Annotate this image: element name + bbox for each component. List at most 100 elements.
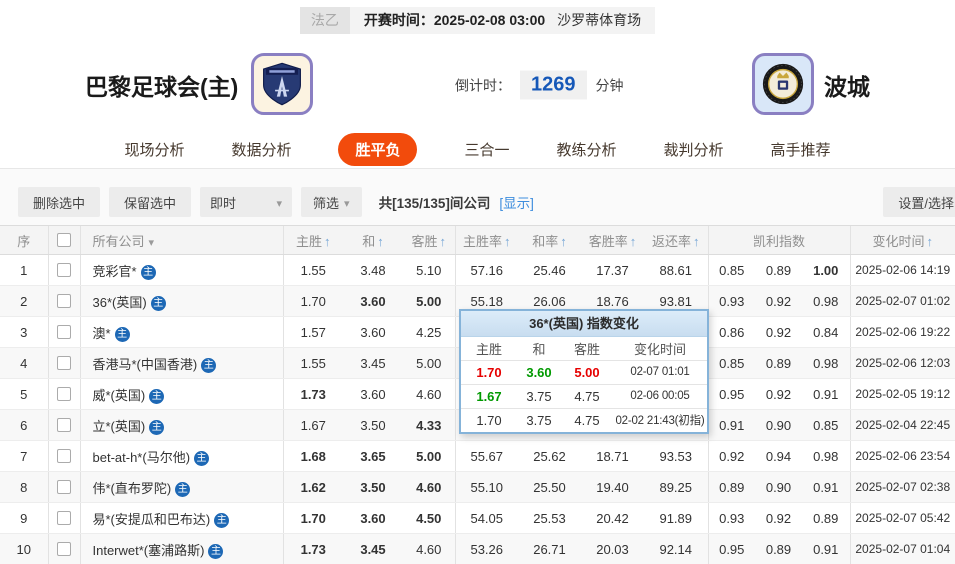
header-checkbox-cell: [47, 225, 80, 255]
kelly-value: 0.94: [755, 440, 802, 472]
odds-value: 5.00: [403, 440, 455, 472]
odds-value: 3.50: [343, 409, 403, 441]
nav-tab[interactable]: 现场分析: [124, 133, 184, 166]
company-name[interactable]: bet-at-h*(马尔他): [93, 450, 191, 465]
keep-selected-button[interactable]: 保留选中: [109, 187, 192, 217]
header-change-time[interactable]: 变化时间: [849, 225, 955, 255]
row-checkbox[interactable]: [57, 387, 71, 401]
company-cell: 易*(安提瓜和巴布达) 主: [79, 502, 283, 534]
row-checkbox[interactable]: [57, 294, 71, 308]
odds-value: 3.60: [343, 285, 403, 317]
checkbox-cell: [47, 440, 80, 472]
odds-value: 1.73: [282, 378, 343, 410]
kelly-value: 0.98: [802, 285, 850, 317]
match-info-bar: 法乙 开赛时间： 2025-02-08 03:00 沙罗蒂体育场: [0, 0, 955, 40]
company-cell: 威*(英国) 主: [79, 378, 283, 410]
main-company-badge-icon: 主: [208, 543, 224, 559]
main-company-badge-icon: 主: [150, 295, 166, 311]
header-company[interactable]: 所有公司: [79, 225, 283, 255]
row-number: 3: [0, 316, 48, 348]
company-cell: 伟*(直布罗陀) 主: [79, 471, 283, 503]
percentage-value: 89.25: [644, 471, 708, 503]
company-name[interactable]: 伟*(直布罗陀): [93, 481, 172, 496]
chevron-down-icon: [344, 195, 350, 210]
nav-tab[interactable]: 数据分析: [231, 133, 291, 166]
chevron-down-icon: [145, 234, 155, 249]
row-number: 10: [0, 533, 48, 564]
row-number: 6: [0, 409, 48, 441]
change-time: 2025-02-07 02:38: [849, 471, 955, 503]
kickoff-strip: 开赛时间： 2025-02-08 03:00 沙罗蒂体育场: [349, 6, 656, 34]
kickoff-label: 开赛时间：: [363, 12, 434, 28]
nav-tab[interactable]: 高手推荐: [771, 133, 831, 166]
kelly-value: 0.98: [802, 440, 850, 472]
table-row: 7 bet-at-h*(马尔他) 主 1.68 3.65 5.00 55.67 25.62 18…: [0, 440, 955, 472]
header-draw-pct[interactable]: 和率: [518, 225, 581, 255]
popup-header-row: 主胜 和 客胜 变化时间: [461, 337, 707, 360]
popup-odds-value: 3.75: [517, 383, 561, 408]
checkbox-cell: [47, 471, 80, 503]
popup-odds-value: 4.75: [561, 383, 613, 408]
company-cell: bet-at-h*(马尔他) 主: [79, 440, 283, 472]
odds-history-popup: 36*(英国) 指数变化 主胜 和 客胜 变化时间 1.70 3.60 5.00 02…: [459, 309, 709, 434]
company-name[interactable]: 香港马*(中国香港): [93, 357, 198, 372]
percentage-value: 18.71: [581, 440, 644, 472]
percentage-value: 20.03: [581, 533, 644, 564]
kelly-value: 0.89: [755, 533, 802, 564]
company-cell: 香港马*(中国香港) 主: [79, 347, 283, 379]
company-name[interactable]: 36*(英国): [93, 295, 147, 310]
kelly-value: 0.92: [707, 440, 755, 472]
company-name[interactable]: 竞彩官*: [93, 264, 137, 279]
row-checkbox[interactable]: [57, 356, 71, 370]
popup-header-away: 客胜: [573, 341, 600, 357]
header-home-pct[interactable]: 主胜率: [454, 225, 518, 255]
company-name[interactable]: 易*(安提瓜和巴布达): [93, 512, 211, 527]
sort-asc-icon: [691, 234, 700, 249]
instant-dropdown[interactable]: 即时: [200, 187, 293, 217]
header-draw-odds[interactable]: 和: [343, 225, 403, 255]
filter-dropdown[interactable]: 筛选: [301, 187, 362, 217]
row-checkbox[interactable]: [57, 511, 71, 525]
kelly-value: 0.89: [707, 471, 755, 503]
away-team-logo: [752, 53, 814, 115]
select-all-checkbox[interactable]: [57, 233, 71, 247]
row-checkbox[interactable]: [57, 542, 71, 556]
row-checkbox[interactable]: [57, 418, 71, 432]
kelly-value: 0.85: [707, 347, 755, 379]
company-cell: 36*(英国) 主: [79, 285, 283, 317]
header-kelly: 凯利指数: [707, 225, 850, 255]
company-name[interactable]: 澳*: [93, 326, 111, 341]
header-seq: 序: [0, 225, 48, 255]
odds-value: 1.55: [282, 254, 343, 286]
nav-tab[interactable]: 三合一: [464, 133, 509, 166]
company-name[interactable]: Interwet*(塞浦路斯): [93, 543, 205, 558]
popup-odds-value: 4.75: [561, 407, 613, 432]
header-return-rate[interactable]: 返还率: [644, 225, 708, 255]
row-checkbox[interactable]: [57, 449, 71, 463]
header-away-odds[interactable]: 客胜: [403, 225, 455, 255]
popup-odds-value: 3.60: [517, 359, 561, 384]
odds-value: 1.73: [282, 533, 343, 564]
company-name[interactable]: 威*(英国): [93, 388, 146, 403]
header-away-pct[interactable]: 客胜率: [581, 225, 644, 255]
company-name[interactable]: 立*(英国): [93, 419, 146, 434]
header-home-odds[interactable]: 主胜: [282, 225, 343, 255]
percentage-value: 53.26: [454, 533, 518, 564]
popup-odds-value: 5.00: [561, 359, 613, 384]
nav-tab[interactable]: 胜平负: [338, 132, 418, 166]
row-checkbox[interactable]: [57, 325, 71, 339]
row-checkbox[interactable]: [57, 263, 71, 277]
row-checkbox[interactable]: [57, 480, 71, 494]
percentage-value: 57.16: [454, 254, 518, 286]
kelly-value: 0.91: [802, 471, 850, 503]
nav-tab[interactable]: 裁判分析: [664, 133, 724, 166]
delete-selected-button[interactable]: 删除选中: [18, 187, 101, 217]
nav-tab[interactable]: 教练分析: [557, 133, 617, 166]
table-row: 8 伟*(直布罗陀) 主 1.62 3.50 4.60 55.10 25.50 19.40 89.…: [0, 471, 955, 503]
show-link[interactable]: [显示]: [499, 192, 534, 212]
countdown-value: 1269: [520, 70, 587, 100]
row-number: 2: [0, 285, 48, 317]
settings-select-button[interactable]: 设置/选择: [883, 187, 955, 217]
row-number: 7: [0, 440, 48, 472]
main-company-badge-icon: 主: [175, 481, 191, 497]
